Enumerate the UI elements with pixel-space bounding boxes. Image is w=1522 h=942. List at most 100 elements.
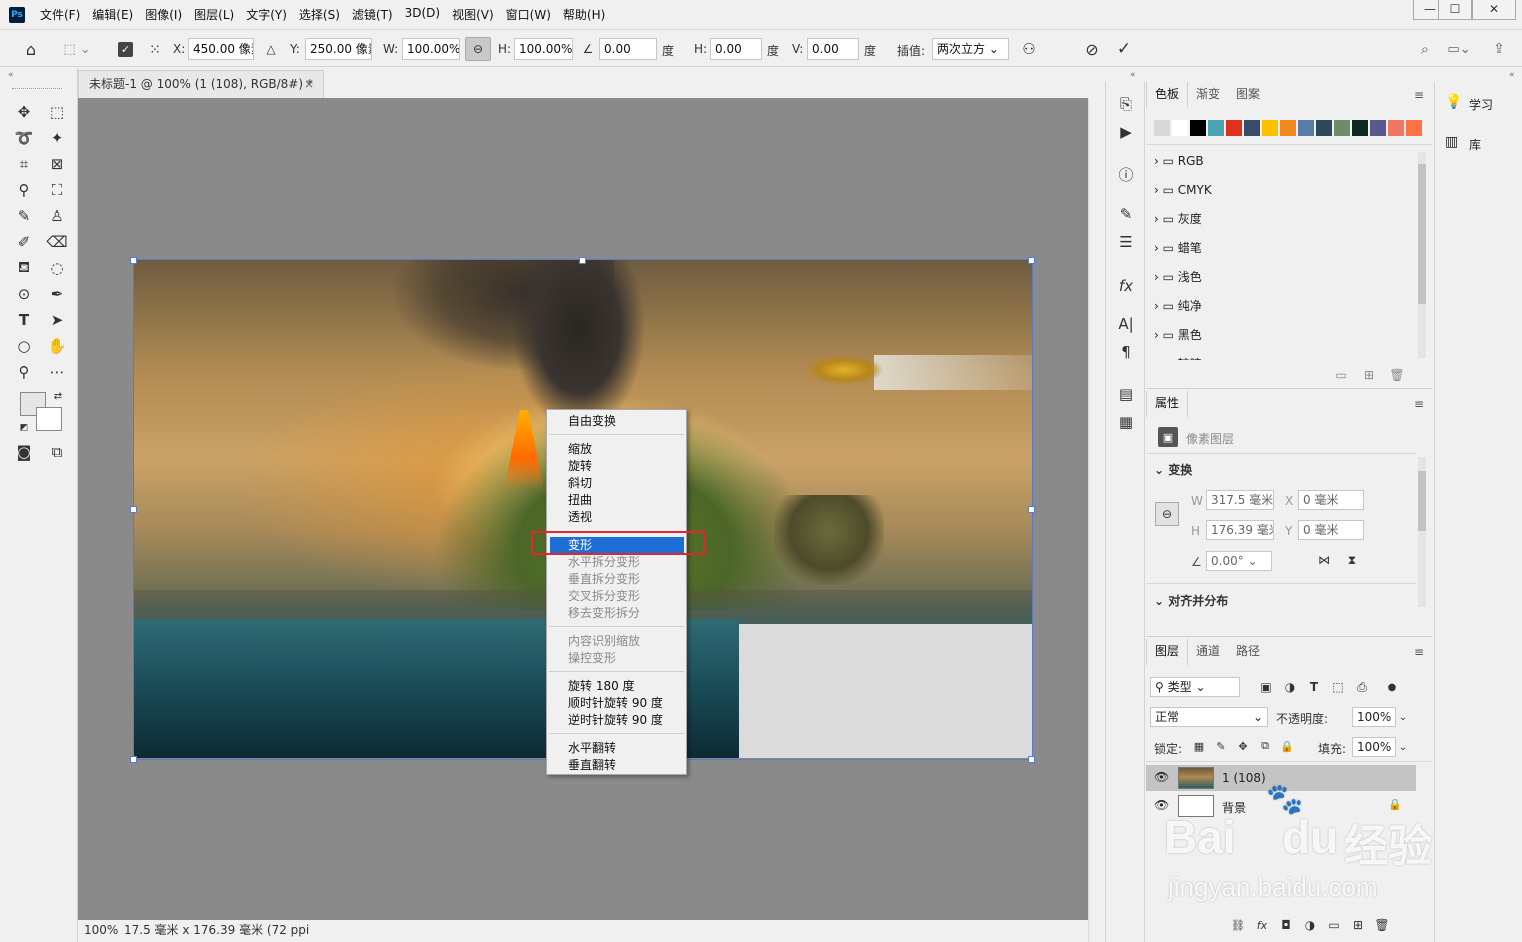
height-input[interactable]: 100.00% [514,38,573,60]
transform-handle-bottom-left[interactable] [130,756,137,763]
background-color-swatch[interactable] [36,407,62,431]
zoom-level[interactable]: 100% [84,920,118,940]
color-swatch[interactable] [1388,120,1404,136]
healing-brush-tool-icon[interactable]: ⛶ [44,178,70,202]
cancel-transform-icon[interactable]: ⊘ [1082,39,1102,59]
filter-type-icon[interactable]: T [1306,679,1322,695]
properties-scrollbar[interactable] [1418,457,1426,607]
eyedropper-tool-icon[interactable]: ⚲ [11,178,37,202]
lock-all-icon[interactable]: 🔒 [1280,739,1294,753]
magic-wand-tool-icon[interactable]: ✦ [44,126,70,150]
collapse-icon[interactable]: « [1130,70,1136,80]
color-swatch[interactable] [1316,120,1332,136]
transform-handle-left[interactable] [130,506,137,513]
color-swatch[interactable] [1370,120,1386,136]
menu-rotate-cw[interactable]: 顺时针旋转 90 度 [568,695,663,712]
panel-menu-icon[interactable]: ≡ [1414,645,1426,659]
frame-tool-icon[interactable]: ⊠ [44,152,70,176]
angle-input[interactable]: 0.00 [599,38,657,60]
comments-icon[interactable]: ▦ [1106,408,1146,436]
menu-image[interactable]: 图像(I) [145,6,182,23]
x-field[interactable]: 0 毫米 [1298,490,1364,510]
color-swatch[interactable] [1280,120,1296,136]
color-swatch[interactable] [1298,120,1314,136]
home-icon[interactable]: ⌂ [20,39,42,59]
adjustments-icon[interactable]: ☰ [1106,228,1146,256]
swatch-group[interactable]: › ▭ CMYK [1154,179,1212,201]
tab-patterns[interactable]: 图案 [1228,82,1268,108]
brush-settings-icon[interactable]: ✎ [1106,200,1146,228]
collapse-icon[interactable]: « [1509,70,1515,80]
more-tools-icon[interactable]: ⋯ [44,360,70,384]
filter-smart-object-icon[interactable]: ⎙ [1354,679,1370,695]
swatch-group[interactable]: › ▭ 蜡笔 [1154,237,1202,259]
height-field[interactable]: 176.39 毫米 [1206,520,1274,540]
menu-flip-vertical[interactable]: 垂直翻转 [568,757,616,774]
color-swatch[interactable] [1172,120,1188,136]
type-tool-icon[interactable]: T [11,308,37,332]
menu-layer[interactable]: 图层(L) [194,6,234,23]
collapse-icon[interactable]: « [8,70,14,80]
maximize-button[interactable]: ☐ [1438,0,1472,20]
menu-rotate-ccw[interactable]: 逆时针旋转 90 度 [568,712,663,729]
brush-tool-icon[interactable]: ✎ [11,204,37,228]
menu-distort[interactable]: 扭曲 [568,492,592,509]
quick-mask-icon[interactable]: ◙ [11,440,37,464]
transform-handle-top-right[interactable] [1028,257,1035,264]
filter-toggle-icon[interactable]: ● [1386,679,1398,695]
swatch-group[interactable]: › ▭ 黑色 [1154,324,1202,346]
menu-scale[interactable]: 缩放 [568,441,592,458]
panel-menu-icon[interactable]: ≡ [1414,88,1426,102]
lock-transparent-icon[interactable]: ▦ [1192,739,1206,753]
learn-button[interactable]: 💡 学习 [1443,92,1513,116]
screen-mode-icon[interactable]: ⧉ [44,440,70,464]
lock-position-icon[interactable]: ✥ [1236,739,1250,753]
info-icon[interactable]: ⓘ [1106,160,1146,188]
link-dimensions-icon[interactable]: ⊖ [1155,502,1179,526]
transform-handle-top[interactable] [579,257,586,264]
lasso-tool-icon[interactable]: ➰ [11,126,37,150]
dodge-tool-icon[interactable]: ⊙ [11,282,37,306]
menu-help[interactable]: 帮助(H) [563,6,605,23]
search-icon[interactable]: ⌕ [1416,39,1434,59]
history-brush-tool-icon[interactable]: ✐ [11,230,37,254]
y-input[interactable]: 250.00 像素 [305,38,372,60]
stamp-tool-icon[interactable]: ♙ [44,204,70,228]
ellipse-tool-icon[interactable]: ○ [11,334,37,358]
color-swatch[interactable] [1190,120,1206,136]
angle-field[interactable]: 0.00° ⌄ [1206,551,1272,571]
lock-pixels-icon[interactable]: ✎ [1214,739,1228,753]
warp-mode-icon[interactable]: ⚇ [1019,39,1039,59]
reference-point-checkbox[interactable]: ✓ [118,42,133,57]
fill-input[interactable]: 100% [1352,737,1396,757]
flip-horizontal-icon[interactable]: ⋈ [1316,552,1332,568]
menu-rotate-180[interactable]: 旋转 180 度 [568,678,635,695]
filter-pixel-icon[interactable]: ▣ [1258,679,1274,695]
transform-handle-bottom-right[interactable] [1028,756,1035,763]
notes-icon[interactable]: ▤ [1106,380,1146,408]
menu-select[interactable]: 选择(S) [299,6,340,23]
reference-point-grid-icon[interactable]: ⁙ [145,40,165,60]
history-icon[interactable]: ⎘ [1106,90,1146,118]
transform-handle-top-left[interactable] [130,257,137,264]
swap-colors-icon[interactable]: ⇄ [52,390,64,402]
swatches-scrollbar[interactable] [1418,152,1426,358]
close-button[interactable]: ✕ [1472,0,1516,20]
lock-artboard-icon[interactable]: ⧉ [1258,739,1272,753]
tab-properties[interactable]: 属性 [1146,391,1189,417]
commit-transform-icon[interactable]: ✓ [1114,39,1134,59]
color-swatch[interactable] [1244,120,1260,136]
share-icon[interactable]: ⇪ [1490,39,1508,59]
crop-tool-icon[interactable]: ⌗ [11,152,37,176]
tool-preset-icon[interactable]: ⬚ ⌄ [62,39,92,59]
width-field[interactable]: 317.5 毫米 [1206,490,1274,510]
menu-rotate[interactable]: 旋转 [568,458,592,475]
swatch-group[interactable]: › ▭ 较暗 [1154,353,1202,360]
color-swatch[interactable] [1226,120,1242,136]
swatch-group[interactable]: › ▭ 灰度 [1154,208,1202,230]
default-colors-icon[interactable]: ◩ [18,422,30,434]
menu-perspective[interactable]: 透视 [568,509,592,526]
vertical-scrollbar[interactable] [1088,98,1104,942]
swatch-group[interactable]: › ▭ 纯净 [1154,295,1202,317]
paragraph-icon[interactable]: ¶ [1106,338,1146,366]
